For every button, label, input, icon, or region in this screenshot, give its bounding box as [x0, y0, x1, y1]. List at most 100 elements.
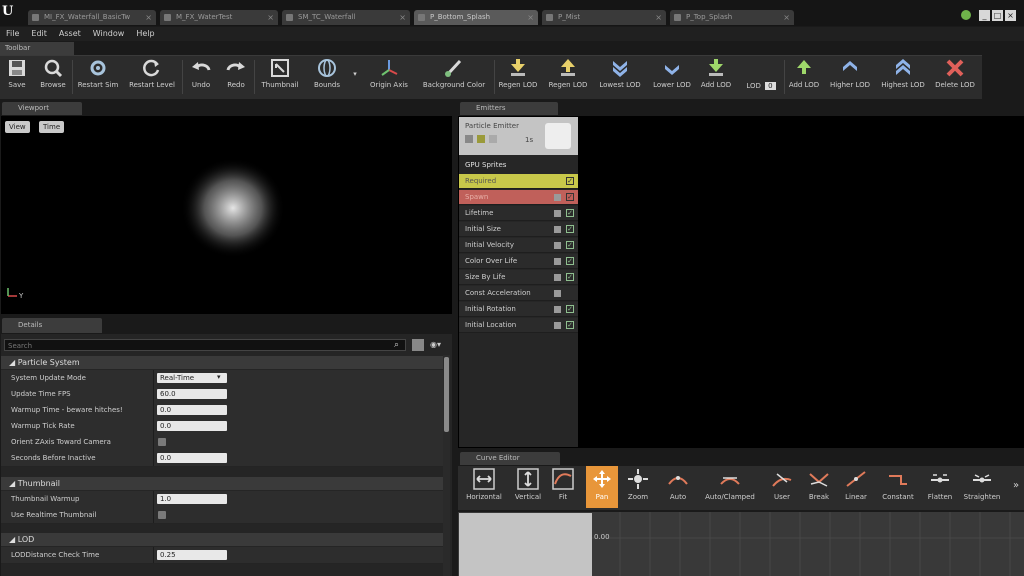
regen-lod-button[interactable]: Regen LOD: [496, 58, 540, 89]
lod-value[interactable]: 0: [765, 82, 776, 90]
module-enable-checkbox[interactable]: ✓: [566, 193, 574, 201]
add-lod-button[interactable]: Add LOD: [698, 58, 734, 89]
curve-toggle-icon[interactable]: [554, 290, 561, 297]
pan-button-active[interactable]: Pan: [586, 466, 618, 508]
toolbar-tab[interactable]: Toolbar: [0, 42, 74, 55]
document-tab-active[interactable]: P_Bottom_Splash ×: [414, 10, 538, 25]
redo-button[interactable]: Redo: [222, 58, 250, 89]
details-tab[interactable]: Details: [2, 318, 102, 333]
lower-lod-button[interactable]: Lower LOD: [650, 58, 694, 89]
warmup-tick-rate-field[interactable]: 0.0: [157, 421, 227, 431]
curve-list-panel[interactable]: [459, 513, 592, 576]
higher-lod-button[interactable]: Higher LOD: [828, 58, 872, 89]
bounds-dropdown[interactable]: ▾: [350, 70, 360, 78]
background-color-button[interactable]: Background Color: [418, 58, 490, 89]
document-tab[interactable]: MI_FX_Waterfall_BasicTw ×: [28, 10, 156, 25]
module-enable-checkbox[interactable]: ✓: [566, 321, 574, 329]
source-control-icon[interactable]: [961, 10, 971, 20]
curve-toggle-icon[interactable]: [554, 306, 561, 313]
emitter-render-mode-icon[interactable]: [489, 135, 497, 143]
module-enable-checkbox[interactable]: ✓: [566, 177, 574, 185]
close-icon[interactable]: ×: [527, 10, 534, 25]
vertical-button[interactable]: Vertical: [510, 468, 546, 501]
view-button[interactable]: View: [5, 121, 30, 133]
document-tab[interactable]: M_FX_WaterTest ×: [160, 10, 278, 25]
update-time-fps-field[interactable]: 60.0: [157, 389, 227, 399]
module-lifetime[interactable]: Lifetime ✓: [459, 206, 578, 221]
search-icon[interactable]: ⌕: [394, 340, 399, 350]
bounds-button[interactable]: Bounds: [308, 58, 346, 89]
close-icon[interactable]: ×: [655, 10, 662, 25]
category-lod[interactable]: ◢ LOD: [1, 533, 443, 546]
module-color-over-life[interactable]: Color Over Life ✓: [459, 254, 578, 269]
seconds-before-inactive-field[interactable]: 0.0: [157, 453, 227, 463]
user-button[interactable]: User: [766, 468, 798, 501]
category-particle-system[interactable]: ◢ Particle System: [1, 356, 443, 369]
maximize-button[interactable]: □: [992, 10, 1003, 21]
module-enable-checkbox[interactable]: ✓: [566, 305, 574, 313]
warmup-time-field[interactable]: 0.0: [157, 405, 227, 415]
document-tab[interactable]: P_Mist ×: [542, 10, 666, 25]
save-button[interactable]: Save: [4, 58, 30, 89]
browse-button[interactable]: Browse: [36, 58, 70, 89]
auto-button[interactable]: Auto: [662, 468, 694, 501]
curve-toggle-icon[interactable]: [554, 242, 561, 249]
menu-asset[interactable]: Asset: [53, 27, 87, 41]
use-realtime-thumbnail-checkbox[interactable]: [158, 511, 166, 519]
module-initial-size[interactable]: Initial Size ✓: [459, 222, 578, 237]
delete-lod-button[interactable]: Delete LOD: [932, 58, 978, 89]
module-spawn[interactable]: Spawn ✓: [459, 190, 578, 205]
orient-zaxis-checkbox[interactable]: [158, 438, 166, 446]
fit-button[interactable]: Fit: [550, 468, 576, 501]
emitter-enable-icon[interactable]: [465, 135, 473, 143]
thumbnail-warmup-field[interactable]: 1.0: [157, 494, 227, 504]
viewport-tab[interactable]: Viewport: [2, 102, 82, 115]
module-size-by-life[interactable]: Size By Life ✓: [459, 270, 578, 285]
curve-toggle-icon[interactable]: [554, 194, 561, 201]
add-lod-up-button[interactable]: Add LOD: [786, 58, 822, 89]
close-icon[interactable]: ×: [145, 10, 152, 25]
module-const-acceleration[interactable]: Const Acceleration: [459, 286, 578, 301]
more-options-chevron-icon[interactable]: »: [1010, 480, 1022, 491]
emitters-tab[interactable]: Emitters: [460, 102, 558, 115]
menu-window[interactable]: Window: [87, 27, 131, 41]
module-enable-checkbox[interactable]: ✓: [566, 257, 574, 265]
curve-toggle-icon[interactable]: [554, 226, 561, 233]
zoom-button[interactable]: Zoom: [622, 468, 654, 501]
regen-lod-duplicate-button[interactable]: Regen LOD: [546, 58, 590, 89]
constant-button[interactable]: Constant: [878, 468, 918, 501]
lod-distance-check-time-field[interactable]: 0.25: [157, 550, 227, 560]
close-icon[interactable]: ×: [783, 10, 790, 25]
lod-selector[interactable]: LOD 0: [740, 82, 782, 90]
module-initial-rotation[interactable]: Initial Rotation ✓: [459, 302, 578, 317]
viewport-canvas[interactable]: View Time Y: [1, 116, 452, 314]
highest-lod-button[interactable]: Highest LOD: [878, 58, 928, 89]
linear-button[interactable]: Linear: [840, 468, 872, 501]
category-thumbnail[interactable]: ◢ Thumbnail: [1, 477, 443, 490]
curve-toggle-icon[interactable]: [554, 258, 561, 265]
visibility-eye-icon[interactable]: ◉▾: [430, 340, 441, 349]
curve-toggle-icon[interactable]: [554, 274, 561, 281]
close-window-button[interactable]: ×: [1005, 10, 1016, 21]
curve-toggle-icon[interactable]: [554, 210, 561, 217]
origin-axis-button[interactable]: Origin Axis: [366, 58, 412, 89]
menu-file[interactable]: File: [0, 27, 25, 41]
search-input[interactable]: Search: [4, 339, 406, 351]
curve-toggle-icon[interactable]: [554, 322, 561, 329]
curve-editor-tab[interactable]: Curve Editor: [460, 452, 560, 465]
menu-edit[interactable]: Edit: [25, 27, 53, 41]
lowest-lod-button[interactable]: Lowest LOD: [596, 58, 644, 89]
details-scrollbar-thumb[interactable]: [444, 357, 449, 432]
close-icon[interactable]: ×: [399, 10, 406, 25]
document-tab[interactable]: P_Top_Splash ×: [670, 10, 794, 25]
module-initial-velocity[interactable]: Initial Velocity ✓: [459, 238, 578, 253]
thumbnail-button[interactable]: Thumbnail: [258, 58, 302, 89]
property-matrix-icon[interactable]: [412, 339, 424, 351]
module-enable-checkbox[interactable]: ✓: [566, 241, 574, 249]
undo-button[interactable]: Undo: [186, 58, 216, 89]
module-enable-checkbox[interactable]: ✓: [566, 225, 574, 233]
auto-clamped-button[interactable]: Auto/Clamped: [700, 468, 760, 501]
break-button[interactable]: Break: [804, 468, 834, 501]
horizontal-button[interactable]: Horizontal: [462, 468, 506, 501]
document-tab[interactable]: SM_TC_Waterfall ×: [282, 10, 410, 25]
